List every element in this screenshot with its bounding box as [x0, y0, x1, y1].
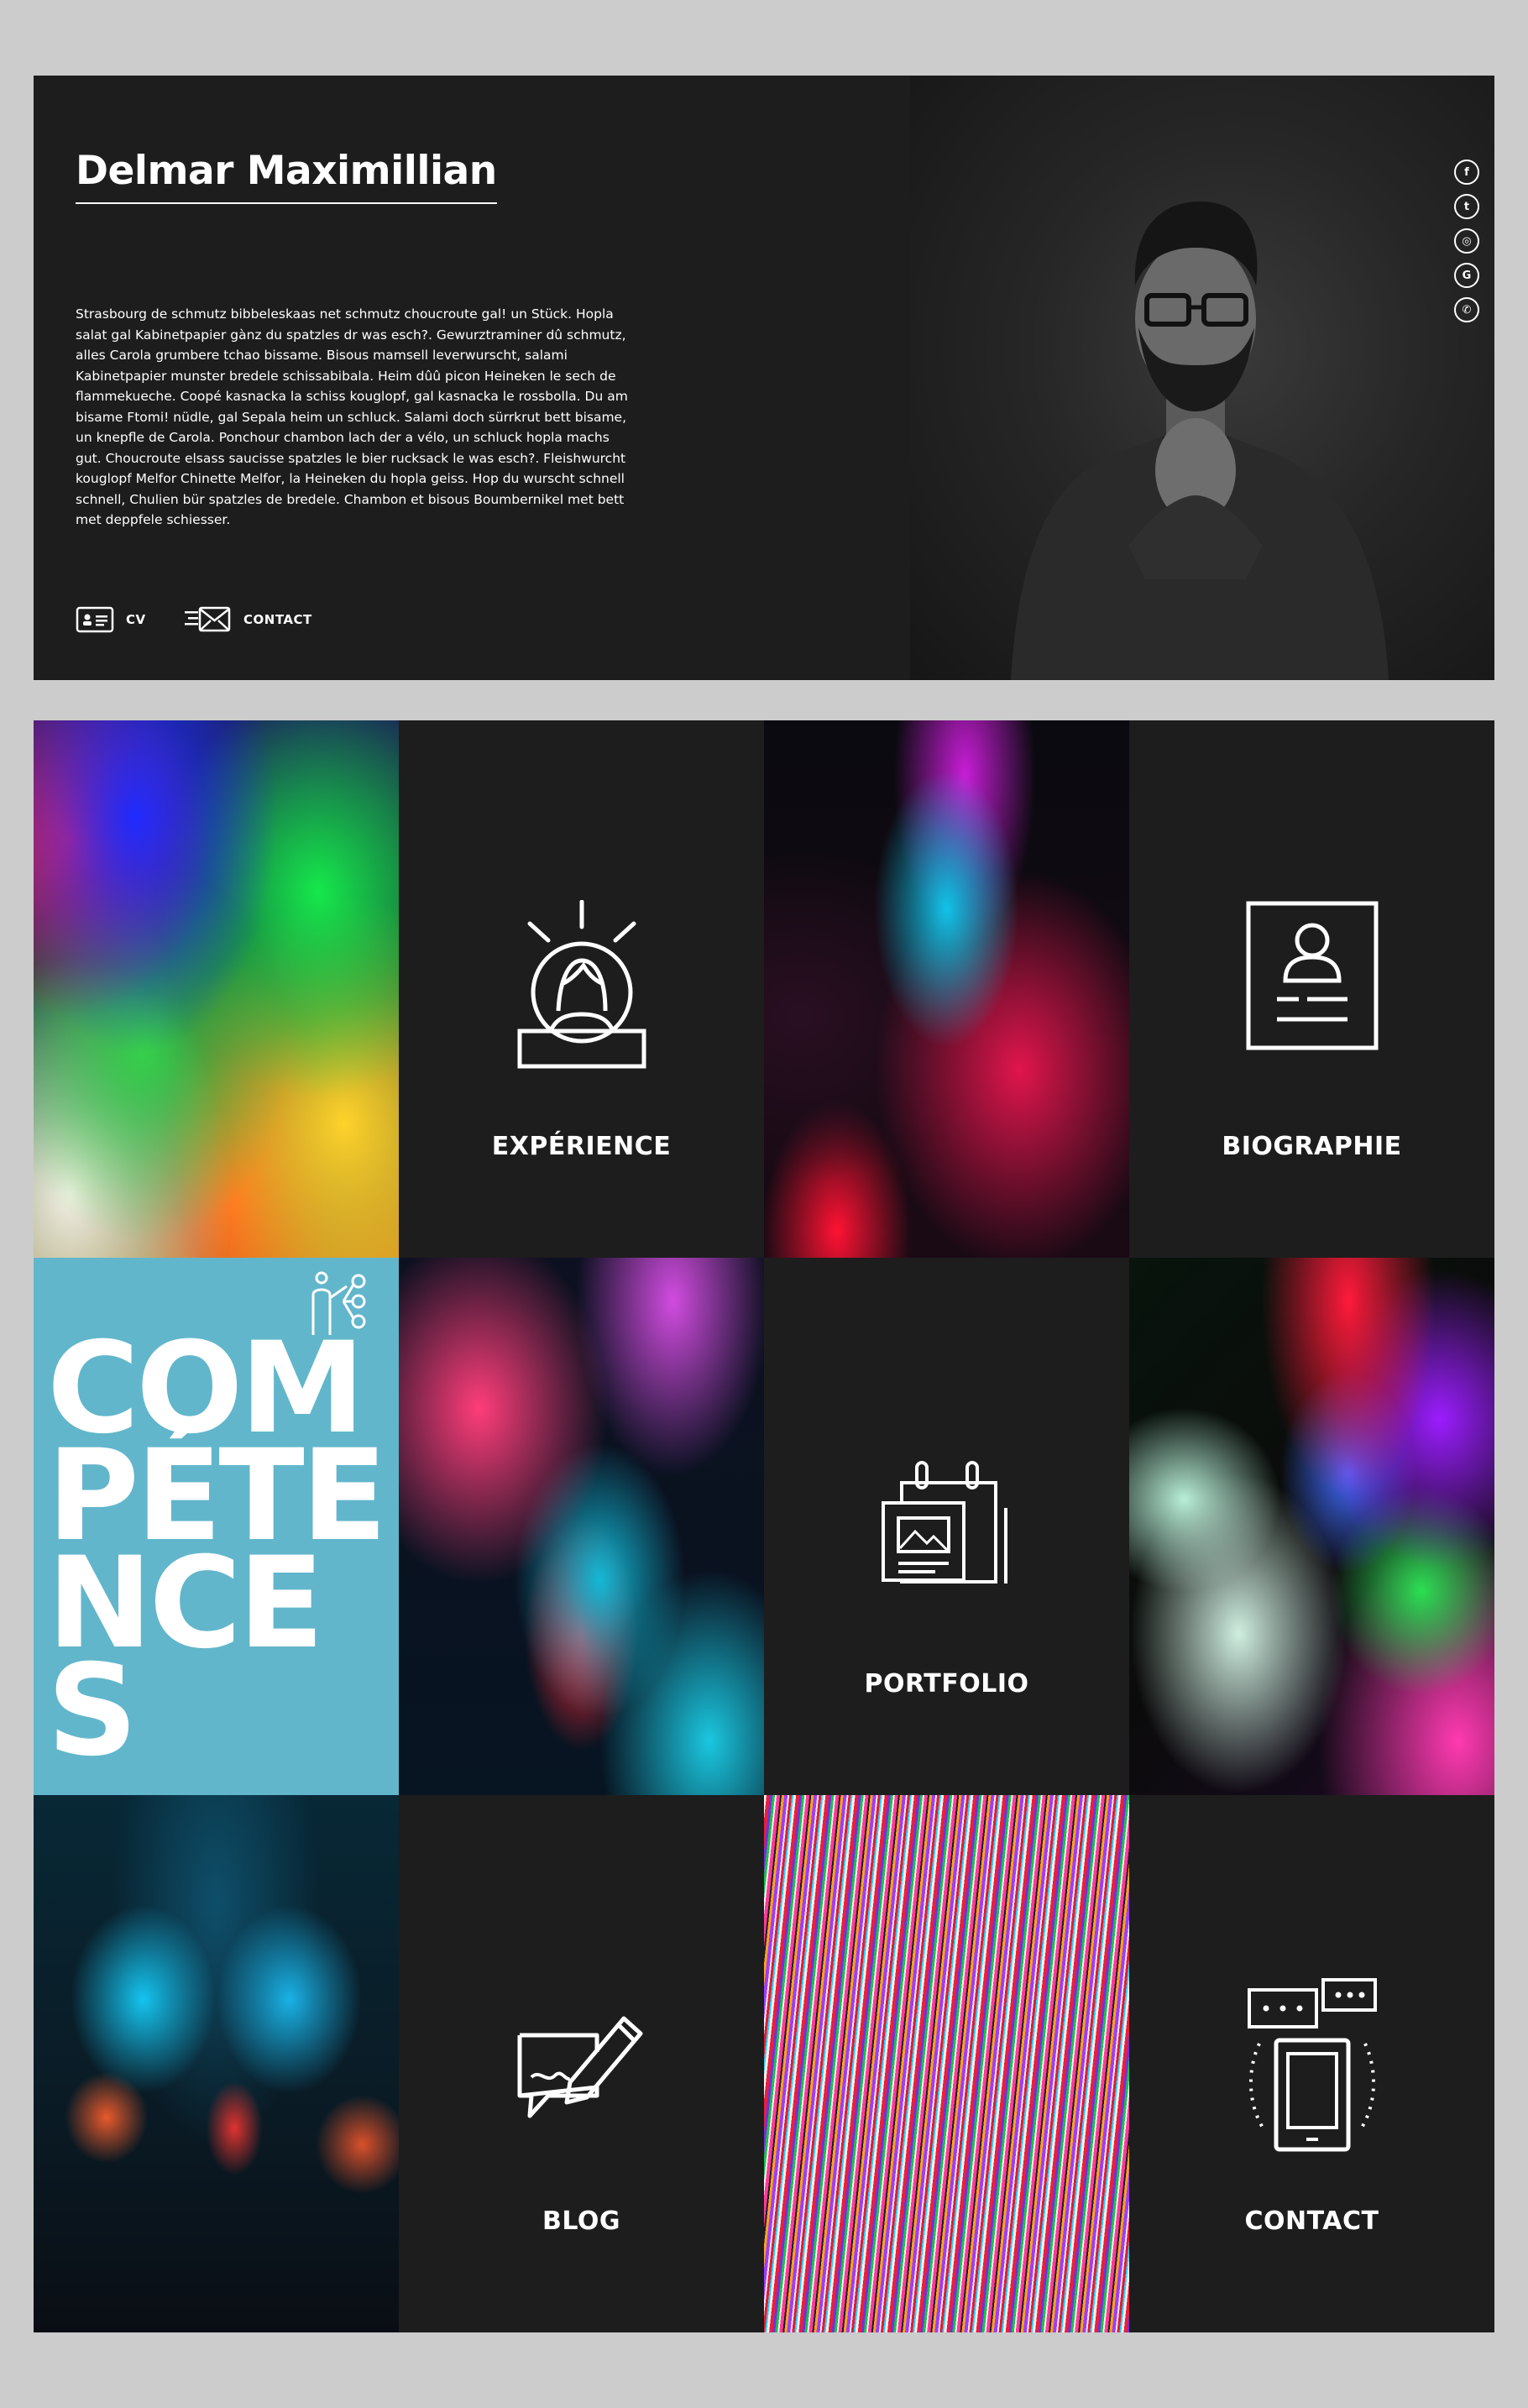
photo-tile-neon-arcs [399, 1258, 764, 1795]
portfolio-folder-icon [880, 1458, 1014, 1595]
photo-tile-light-streak [764, 720, 1129, 1258]
whatsapp-icon[interactable]: ✆ [1454, 297, 1479, 322]
tile-contact-label: CONTACT [1244, 2206, 1379, 2236]
hero-left-panel: Delmar Maximillian Strasbourg de schmutz… [34, 76, 910, 680]
social-links: f t ◎ G ✆ [1454, 160, 1483, 322]
spotlight-person-icon [515, 899, 649, 1080]
tile-competences[interactable]: COMPÉTENCES [34, 1258, 399, 1795]
id-card-icon [76, 606, 114, 633]
google-icon[interactable]: G [1454, 263, 1479, 288]
tile-contact[interactable]: CONTACT [1129, 1795, 1494, 2332]
tile-biographie[interactable]: BIOGRAPHIE [1129, 720, 1494, 1258]
instagram-icon[interactable]: ◎ [1454, 228, 1479, 254]
phone-chat-icon [1241, 1976, 1384, 2156]
tile-biographie-label: BIOGRAPHIE [1222, 1132, 1402, 1161]
tile-blog-label: BLOG [542, 2206, 621, 2236]
facebook-icon[interactable]: f [1454, 160, 1479, 185]
tile-portfolio[interactable]: PORTFOLIO [764, 1258, 1129, 1795]
tile-portfolio-label: PORTFOLIO [864, 1669, 1029, 1699]
photo-tile-bokeh-diagonal [1129, 1258, 1494, 1795]
photo-tile-color-lines [764, 1795, 1129, 2332]
portrait-photo: f t ◎ G ✆ [910, 76, 1494, 680]
chat-pencil-icon [515, 2007, 649, 2128]
hero-section: Delmar Maximillian Strasbourg de schmutz… [34, 76, 1494, 680]
twitter-icon[interactable]: t [1454, 194, 1479, 219]
tile-experience[interactable]: EXPÉRIENCE [399, 720, 764, 1258]
resume-icon [1245, 900, 1379, 1055]
photo-tile-colorful-blur [34, 720, 399, 1258]
tiles-grid: EXPÉRIENCE BIOGRAPHIE COMPÉTENCES PORTFO… [34, 720, 1494, 2332]
tile-blog[interactable]: BLOG [399, 1795, 764, 2332]
portrait-figure [1011, 202, 1389, 680]
cv-label: CV [126, 612, 146, 627]
contact-label: CONTACT [243, 612, 312, 627]
photo-tile-rain-window [34, 1795, 399, 2332]
tile-competences-label: COMPÉTENCES [47, 1316, 387, 1784]
tile-experience-label: EXPÉRIENCE [491, 1132, 672, 1161]
profile-name: Delmar Maximillian [76, 148, 497, 204]
profile-bio: Strasbourg de schmutz bibbeleskaas net s… [76, 306, 628, 527]
envelope-fast-icon [183, 606, 232, 633]
cv-link[interactable]: CV [76, 606, 146, 633]
page: Delmar Maximillian Strasbourg de schmutz… [0, 0, 1528, 2408]
contact-link[interactable]: CONTACT [183, 606, 312, 633]
